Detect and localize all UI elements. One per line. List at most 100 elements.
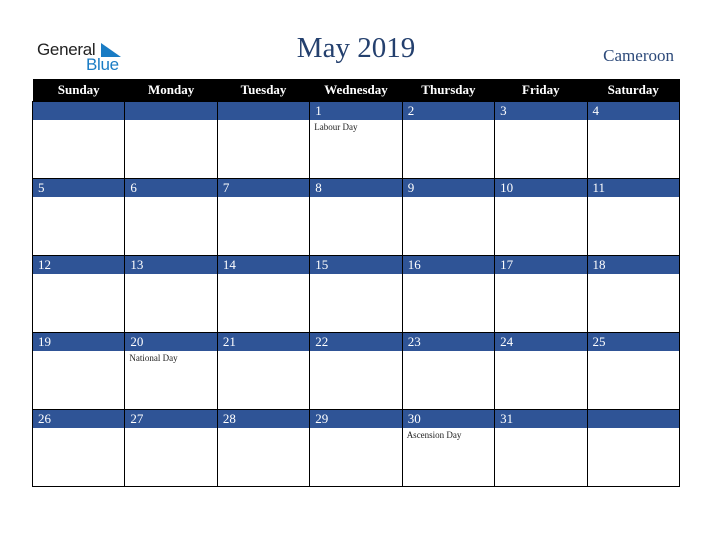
- day-cell[interactable]: 29: [309, 409, 403, 487]
- day-cell[interactable]: 15: [309, 255, 403, 333]
- day-number: 6: [125, 179, 217, 197]
- day-cell[interactable]: [124, 101, 218, 179]
- holiday-label: [588, 351, 679, 353]
- day-cell[interactable]: 31: [494, 409, 588, 487]
- day-cell[interactable]: 1 Labour Day: [309, 101, 403, 179]
- country-label: Cameroon: [603, 46, 674, 65]
- day-cell[interactable]: 28: [216, 409, 311, 487]
- holiday-label: [588, 428, 679, 430]
- day-cell[interactable]: 26: [31, 409, 126, 487]
- day-number: 3: [495, 102, 587, 120]
- day-cell[interactable]: 10: [494, 178, 588, 256]
- day-number: 18: [587, 256, 679, 274]
- holiday-label: [495, 197, 586, 199]
- holiday-label: [310, 428, 401, 430]
- day-cell[interactable]: 23: [401, 332, 496, 410]
- holiday-label: [588, 120, 679, 122]
- day-cell[interactable]: 14: [216, 255, 311, 333]
- day-cell[interactable]: 25: [586, 332, 681, 410]
- holiday-label: National Day: [129, 353, 178, 363]
- day-cell[interactable]: 17: [494, 255, 588, 333]
- day-number: 2: [402, 102, 495, 120]
- day-cell[interactable]: 30 Ascension Day: [401, 409, 496, 487]
- holiday-label: [218, 197, 309, 199]
- day-number: 10: [495, 179, 587, 197]
- day-number: 17: [495, 256, 587, 274]
- holiday-label: [125, 197, 216, 199]
- day-cell[interactable]: 2: [401, 101, 496, 179]
- holiday-label: [495, 351, 586, 353]
- day-cell[interactable]: 13: [124, 255, 218, 333]
- day-number: 20: [125, 333, 217, 351]
- day-cell[interactable]: 7: [216, 178, 311, 256]
- day-cell[interactable]: 9: [401, 178, 496, 256]
- holiday-label: [218, 120, 309, 122]
- day-cell[interactable]: [216, 101, 311, 179]
- holiday-label: [125, 428, 216, 430]
- holiday-label: [310, 351, 401, 353]
- day-number: 5: [33, 179, 125, 197]
- weekday-header: Monday: [124, 79, 218, 102]
- day-number: 21: [217, 333, 310, 351]
- day-cell[interactable]: 3: [494, 101, 588, 179]
- holiday-label: [495, 274, 586, 276]
- holiday-label: [33, 197, 124, 199]
- day-cell[interactable]: 24: [494, 332, 588, 410]
- day-cell[interactable]: 19: [31, 332, 126, 410]
- day-cell[interactable]: 4: [586, 101, 681, 179]
- day-number: 1: [310, 102, 402, 120]
- day-cell[interactable]: 21: [216, 332, 311, 410]
- day-number: 8: [310, 179, 402, 197]
- day-number: 24: [495, 333, 587, 351]
- holiday-label: [125, 274, 216, 276]
- holiday-label: [218, 274, 309, 276]
- day-number: 4: [587, 102, 679, 120]
- holiday-label: [403, 197, 494, 199]
- day-cell[interactable]: [31, 101, 126, 179]
- day-number: 7: [217, 179, 310, 197]
- weekday-header: Friday: [494, 79, 588, 102]
- week-row: 5 6 7 8 9 10 11: [31, 178, 681, 256]
- weekday-header: Saturday: [587, 79, 680, 102]
- day-cell[interactable]: 18: [586, 255, 681, 333]
- holiday-label: [588, 274, 679, 276]
- day-number: 13: [125, 256, 217, 274]
- day-number: 30: [402, 410, 495, 428]
- holiday-label: [33, 428, 124, 430]
- holiday-label: [33, 351, 124, 353]
- day-cell[interactable]: 11: [586, 178, 681, 256]
- day-number: [217, 102, 310, 120]
- day-number: 23: [402, 333, 495, 351]
- day-number: 31: [495, 410, 587, 428]
- holiday-label: [495, 120, 586, 122]
- holiday-label: [403, 351, 494, 353]
- holiday-label: [33, 274, 124, 276]
- day-number: [33, 102, 125, 120]
- day-cell[interactable]: 20 National Day: [124, 332, 218, 410]
- day-number: 28: [217, 410, 310, 428]
- holiday-label: [403, 120, 494, 122]
- day-cell[interactable]: 5: [31, 178, 126, 256]
- holiday-label: [33, 120, 124, 122]
- holiday-label: [310, 274, 401, 276]
- weekday-header-row: Sunday Monday Tuesday Wednesday Thursday…: [32, 79, 680, 102]
- weekday-header: Thursday: [402, 79, 495, 102]
- holiday-label: [218, 351, 309, 353]
- day-cell[interactable]: 6: [124, 178, 218, 256]
- day-number: [587, 410, 679, 428]
- day-number: 9: [402, 179, 495, 197]
- weekday-header: Tuesday: [217, 79, 310, 102]
- week-row: 1 Labour Day 2 3 4: [31, 101, 681, 179]
- day-cell[interactable]: 12: [31, 255, 126, 333]
- day-cell[interactable]: 22: [309, 332, 403, 410]
- week-row: 26 27 28 29 30 Ascension Day 31: [31, 409, 681, 487]
- weekday-header: Sunday: [32, 79, 125, 102]
- holiday-label: Labour Day: [314, 122, 358, 132]
- day-cell[interactable]: 8: [309, 178, 403, 256]
- holiday-label: [125, 120, 216, 122]
- day-number: 29: [310, 410, 402, 428]
- day-cell[interactable]: [586, 409, 681, 487]
- holiday-label: [310, 197, 401, 199]
- day-cell[interactable]: 27: [124, 409, 218, 487]
- day-cell[interactable]: 16: [401, 255, 496, 333]
